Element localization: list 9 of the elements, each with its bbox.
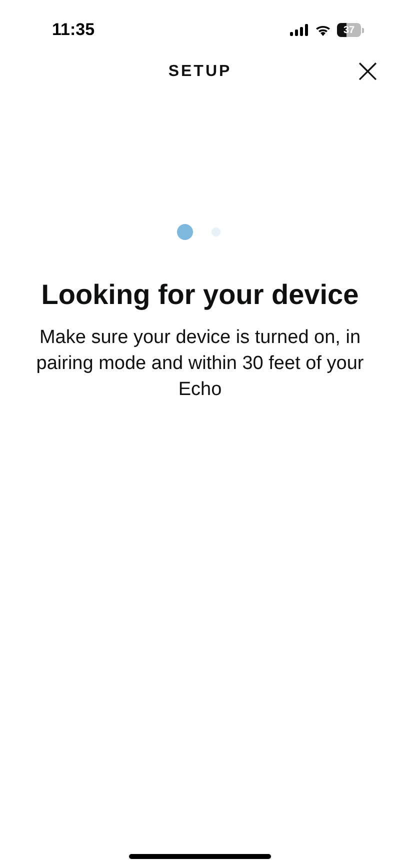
home-indicator[interactable] <box>129 854 271 859</box>
heading: Looking for your device <box>41 279 359 311</box>
instructions: Make sure your device is turned on, in pairing mode and within 30 feet of your Echo <box>35 326 365 402</box>
loading-dots-icon <box>177 223 223 241</box>
signal-icon <box>290 24 309 36</box>
wifi-icon <box>315 24 331 36</box>
close-button[interactable]: × <box>350 56 386 86</box>
status-time: 11:35 <box>52 20 95 40</box>
screen-title: SETUP <box>168 63 232 81</box>
